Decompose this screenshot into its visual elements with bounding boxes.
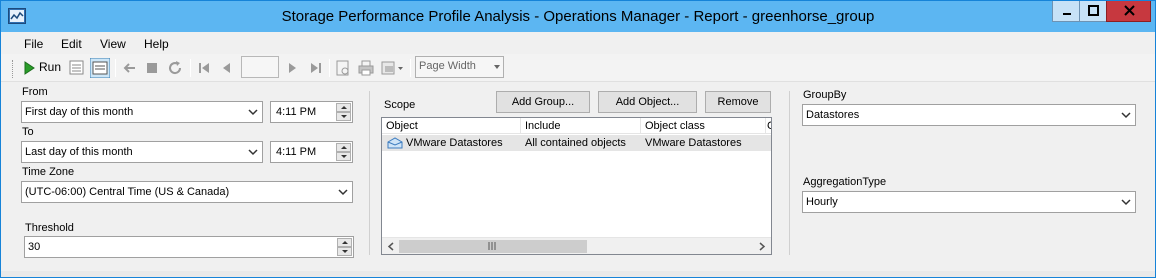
export-icon[interactable] [380,58,406,78]
back-icon[interactable] [121,58,139,78]
toolbar-separator [190,59,191,77]
aggregation-value: Hourly [806,196,838,208]
maximize-button[interactable] [1079,1,1107,22]
scrollbar-grip-icon [488,242,496,250]
chevron-down-icon [494,65,500,69]
timezone-label: Time Zone [22,166,75,178]
maximize-icon [1088,5,1099,16]
from-label: From [22,86,48,98]
threshold-input[interactable]: 30 [24,236,354,258]
scope-include: All contained objects [525,137,626,149]
stepper-down-icon[interactable] [336,152,351,161]
scroll-left-icon[interactable] [387,242,395,251]
stepper-up-icon[interactable] [336,103,351,112]
stepper-down-icon[interactable] [337,247,352,256]
scope-list[interactable]: Object Include Object class C VMware Dat… [381,117,772,255]
group-icon [387,137,403,149]
aggregation-combo[interactable]: Hourly [802,191,1136,213]
zoom-select-value: Page Width [419,60,476,72]
last-page-icon[interactable] [308,58,324,78]
to-time-value: 4:11 PM [276,146,317,158]
toolbar-separator [115,59,116,77]
menu-file[interactable]: File [24,37,43,51]
chevron-down-icon [248,149,258,156]
menu-bar: File Edit View Help [1,32,1155,54]
scope-object-class: VMware Datastores [645,137,742,149]
panel-divider [369,91,370,255]
threshold-stepper[interactable] [337,238,352,256]
minimize-button[interactable] [1052,1,1080,22]
title-bar[interactable]: Storage Performance Profile Analysis - O… [1,1,1155,32]
toolbar: Run Page Width [1,54,1155,82]
to-date-combo[interactable]: Last day of this month [21,141,263,163]
page-setup-icon[interactable] [334,58,352,78]
page-number-input[interactable] [241,56,279,78]
refresh-icon[interactable] [166,58,184,78]
stepper-up-icon[interactable] [336,143,351,152]
column-header-object-class[interactable]: Object class [641,118,766,134]
document-map-icon[interactable] [90,58,110,78]
scope-label: Scope [384,99,416,111]
threshold-value: 30 [28,241,41,253]
chevron-down-icon [338,189,348,196]
from-time-value: 4:11 PM [276,106,317,118]
toolbar-separator [329,59,330,77]
scope-list-header: Object Include Object class C [382,118,771,134]
groupby-label: GroupBy [803,89,847,101]
report-area-top-edge [1,271,1155,277]
report-window: Storage Performance Profile Analysis - O… [0,0,1156,278]
parameters-icon[interactable] [68,58,86,78]
next-page-icon[interactable] [286,58,300,78]
chevron-down-icon [248,109,258,116]
chevron-down-icon [1121,112,1131,119]
timezone-value: (UTC-06:00) Central Time (US & Canada) [25,186,230,198]
to-time-input[interactable]: 4:11 PM [270,141,353,163]
panel-divider [789,91,790,255]
groupby-combo[interactable]: Datastores [802,104,1136,126]
add-object-button[interactable]: Add Object... [598,91,697,113]
to-time-stepper[interactable] [336,143,351,161]
groupby-value: Datastores [806,109,860,121]
remove-button[interactable]: Remove [705,91,771,113]
first-page-icon[interactable] [196,58,212,78]
to-label: To [22,126,34,138]
list-item[interactable]: VMware Datastores All contained objects … [382,135,771,151]
menu-view[interactable]: View [100,37,126,51]
close-button[interactable] [1106,1,1151,22]
print-icon[interactable] [357,58,375,78]
add-group-button[interactable]: Add Group... [496,91,590,113]
from-date-combo[interactable]: First day of this month [21,101,263,123]
zoom-select[interactable]: Page Width [415,56,504,78]
chevron-down-icon [1121,199,1131,206]
report-parameters-panel: From First day of this month 4:11 PM To … [1,83,1155,277]
column-header-object[interactable]: Object [382,118,521,134]
from-date-value: First day of this month [25,106,134,118]
window-title: Storage Performance Profile Analysis - O… [281,8,875,25]
aggregation-label: AggregationType [803,176,887,188]
from-time-input[interactable]: 4:11 PM [270,101,353,123]
run-button-label[interactable]: Run [39,60,61,74]
menu-help[interactable]: Help [144,37,169,51]
horizontal-scrollbar[interactable] [382,237,771,254]
timezone-combo[interactable]: (UTC-06:00) Central Time (US & Canada) [21,181,353,203]
stepper-down-icon[interactable] [336,112,351,121]
toolbar-separator [410,59,411,77]
column-header-extra[interactable]: C [766,118,771,134]
to-date-value: Last day of this month [25,146,133,158]
scroll-right-icon[interactable] [758,242,766,251]
stop-icon[interactable] [144,58,160,78]
toolbar-grip[interactable] [12,60,14,78]
menu-edit[interactable]: Edit [61,37,82,51]
scope-object-name: VMware Datastores [406,137,503,149]
run-icon[interactable] [22,58,36,78]
from-time-stepper[interactable] [336,103,351,121]
column-header-include[interactable]: Include [521,118,641,134]
stepper-up-icon[interactable] [337,238,352,247]
previous-page-icon[interactable] [219,58,233,78]
threshold-label: Threshold [25,222,74,234]
close-icon [1124,5,1135,16]
minimize-icon [1063,13,1071,15]
